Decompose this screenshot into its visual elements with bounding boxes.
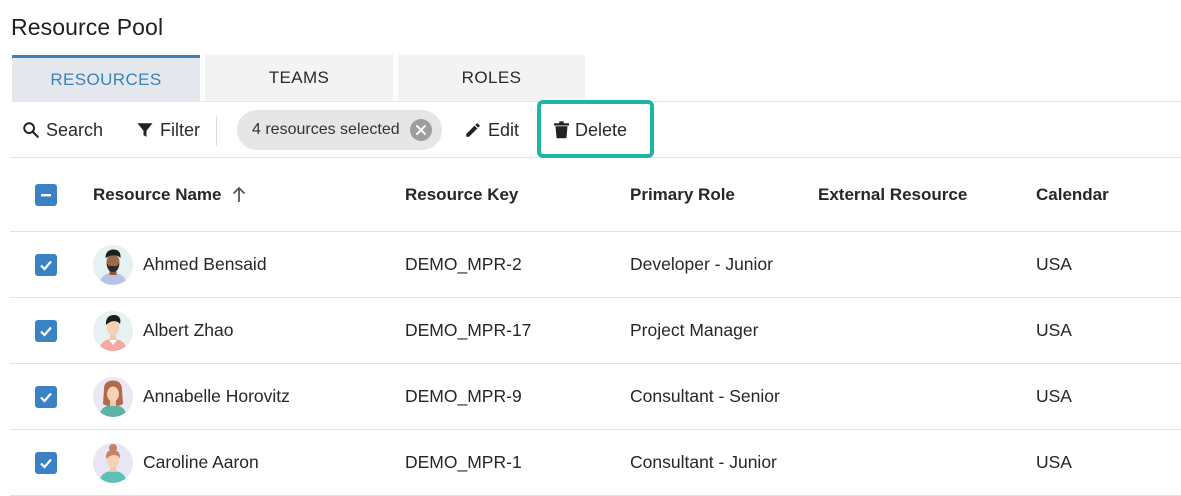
column-header-primary-role[interactable]: Primary Role bbox=[630, 159, 735, 231]
resource-name-cell: Caroline Aaron bbox=[93, 430, 259, 495]
search-button[interactable]: Search bbox=[22, 102, 103, 158]
avatar-female-bun-icon bbox=[93, 442, 133, 483]
tab-teams[interactable]: TEAMS bbox=[205, 55, 393, 101]
resource-table: Resource Name Resource Key Primary Role … bbox=[10, 159, 1181, 496]
primary-role-cell: Project Manager bbox=[630, 320, 759, 340]
clear-selection-button[interactable] bbox=[409, 119, 432, 141]
selection-count: 4 resources selected bbox=[252, 121, 400, 138]
search-icon bbox=[23, 122, 39, 138]
page-title: Resource Pool bbox=[11, 14, 164, 40]
avatar-male-icon bbox=[93, 310, 133, 351]
delete-button[interactable]: Delete bbox=[554, 102, 627, 158]
resource-name-cell: Annabelle Horovitz bbox=[93, 364, 290, 429]
avatar bbox=[93, 376, 133, 417]
avatar bbox=[93, 310, 133, 351]
row-checkbox[interactable] bbox=[35, 451, 57, 474]
column-header-external-resource[interactable]: External Resource bbox=[818, 159, 967, 231]
toolbar-separator bbox=[216, 116, 217, 146]
avatar bbox=[93, 442, 133, 483]
resource-key-cell: DEMO_MPR-1 bbox=[405, 452, 522, 472]
check-icon bbox=[40, 458, 52, 469]
table-row[interactable]: Caroline Aaron DEMO_MPR-1 Consultant - J… bbox=[10, 430, 1181, 496]
row-checkbox[interactable] bbox=[35, 319, 57, 342]
avatar-male-beard-icon bbox=[93, 244, 133, 285]
column-header-resource-name[interactable]: Resource Name bbox=[93, 159, 246, 231]
toolbar: Search Filter 4 resources selected Edit … bbox=[10, 100, 1181, 158]
row-checkbox-cell bbox=[35, 298, 57, 363]
tab-resources[interactable]: RESOURCES bbox=[12, 55, 200, 101]
primary-role-cell: Developer - Junior bbox=[630, 254, 773, 274]
minus-icon bbox=[41, 194, 51, 197]
resource-key-cell: DEMO_MPR-9 bbox=[405, 386, 522, 406]
calendar-cell: USA bbox=[1036, 386, 1072, 406]
resource-name-cell: Albert Zhao bbox=[93, 298, 233, 363]
resource-name: Annabelle Horovitz bbox=[143, 386, 290, 406]
row-checkbox-cell bbox=[35, 364, 57, 429]
row-checkbox-cell bbox=[35, 430, 57, 495]
calendar-cell: USA bbox=[1036, 452, 1072, 472]
calendar-cell: USA bbox=[1036, 320, 1072, 340]
resource-name: Albert Zhao bbox=[143, 320, 234, 340]
row-checkbox-cell bbox=[35, 232, 57, 297]
trash-icon bbox=[554, 121, 569, 139]
row-checkbox[interactable] bbox=[35, 385, 57, 408]
avatar bbox=[93, 244, 133, 285]
resource-name-cell: Ahmed Bensaid bbox=[93, 232, 267, 297]
selection-chip: 4 resources selected bbox=[237, 110, 442, 150]
pencil-icon bbox=[466, 123, 480, 137]
table-row[interactable]: Albert Zhao DEMO_MPR-17 Project Manager … bbox=[10, 298, 1181, 364]
check-icon bbox=[40, 260, 52, 271]
filter-button[interactable]: Filter bbox=[136, 102, 200, 158]
search-label: Search bbox=[46, 119, 104, 140]
select-all-cell bbox=[35, 159, 57, 231]
filter-label: Filter bbox=[160, 119, 200, 140]
resource-key-cell: DEMO_MPR-17 bbox=[405, 320, 532, 340]
select-all-checkbox[interactable] bbox=[35, 184, 57, 206]
avatar-female-long-hair-icon bbox=[93, 376, 133, 417]
filter-icon bbox=[137, 123, 153, 137]
table-row[interactable]: Annabelle Horovitz DEMO_MPR-9 Consultant… bbox=[10, 364, 1181, 430]
table-header: Resource Name Resource Key Primary Role … bbox=[10, 159, 1181, 232]
check-icon bbox=[40, 392, 52, 403]
primary-role-cell: Consultant - Junior bbox=[630, 452, 777, 472]
close-icon bbox=[415, 125, 426, 135]
delete-label: Delete bbox=[575, 119, 628, 140]
arrow-up-icon[interactable] bbox=[232, 187, 246, 203]
row-checkbox[interactable] bbox=[35, 253, 57, 276]
check-icon bbox=[40, 326, 52, 337]
column-header-label: Resource Name bbox=[93, 185, 222, 204]
resource-key-cell: DEMO_MPR-2 bbox=[405, 254, 522, 274]
resource-name: Ahmed Bensaid bbox=[143, 254, 267, 274]
calendar-cell: USA bbox=[1036, 254, 1072, 274]
column-header-resource-key[interactable]: Resource Key bbox=[405, 159, 518, 231]
edit-button[interactable]: Edit bbox=[464, 102, 519, 158]
tab-roles[interactable]: ROLES bbox=[398, 55, 585, 101]
resource-name: Caroline Aaron bbox=[143, 452, 259, 472]
primary-role-cell: Consultant - Senior bbox=[630, 386, 780, 406]
tab-bar: RESOURCES TEAMS ROLES bbox=[12, 55, 590, 101]
table-row[interactable]: Ahmed Bensaid DEMO_MPR-2 Developer - Jun… bbox=[10, 232, 1181, 298]
edit-label: Edit bbox=[488, 119, 520, 140]
column-header-calendar[interactable]: Calendar bbox=[1036, 159, 1109, 231]
